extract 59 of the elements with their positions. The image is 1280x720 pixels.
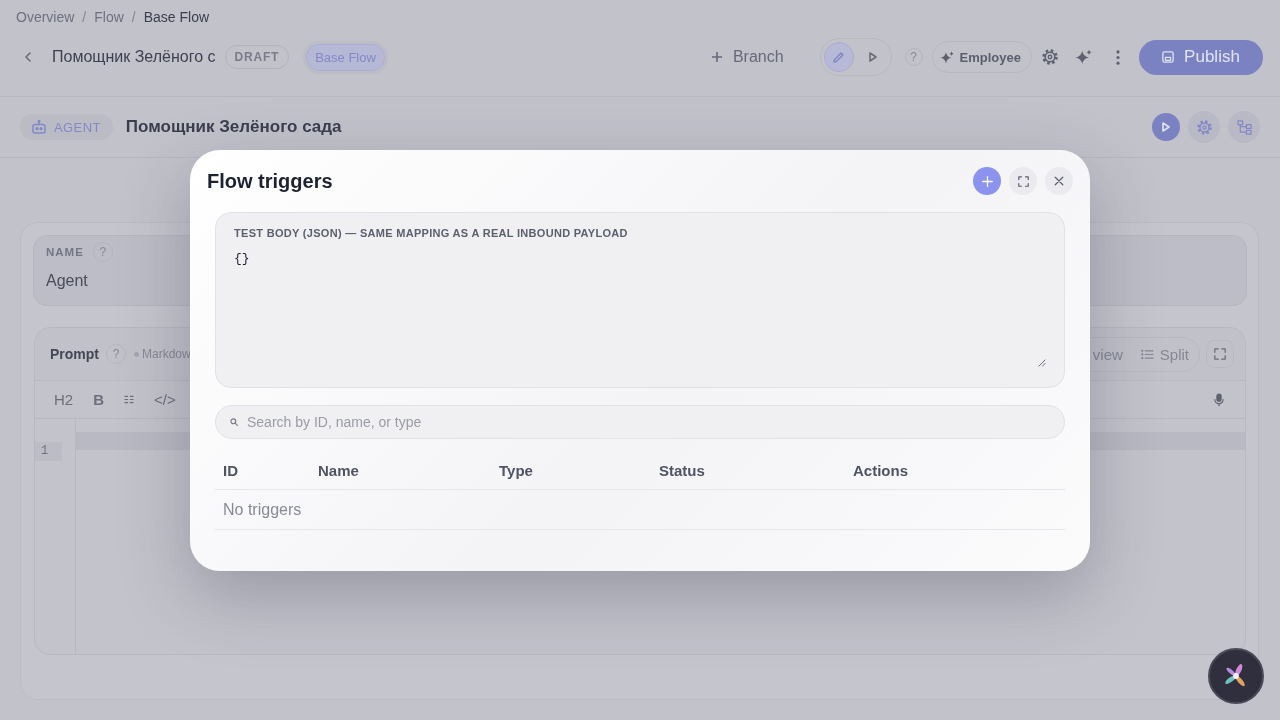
code-button[interactable]: </> [154, 391, 176, 408]
list-icon[interactable] [124, 395, 135, 404]
line-number: 1 [35, 442, 62, 461]
branch-button[interactable]: Branch [711, 48, 784, 66]
breadcrumb-separator: / [131, 9, 136, 25]
flow-title: Помощник Зелёного с [52, 48, 216, 66]
plus-icon [711, 52, 722, 62]
breadcrumb-link[interactable]: Base Flow [143, 9, 210, 25]
column-header: ID [223, 461, 238, 479]
chevron-left-icon[interactable] [25, 52, 31, 62]
sparkle-icon [939, 50, 954, 64]
field-label: NAME [46, 246, 84, 258]
close-button[interactable] [1045, 167, 1073, 195]
play-icon [1162, 122, 1170, 132]
node-type-label: AGENT [54, 119, 101, 135]
empty-state-text: No triggers [223, 500, 302, 519]
column-header: Type [499, 461, 533, 479]
expand-button[interactable] [1009, 167, 1037, 195]
view-tab[interactable]: view [1092, 345, 1123, 363]
settings-icon [1196, 119, 1212, 135]
fullscreen-button[interactable] [1206, 340, 1234, 368]
settings-button[interactable] [1188, 111, 1220, 143]
microphone-icon[interactable] [1214, 392, 1224, 407]
bold-button[interactable]: B [93, 391, 105, 408]
sparkle-icon[interactable] [1075, 49, 1092, 65]
dialog-title: Flow triggers [207, 169, 333, 193]
column-header: Status [659, 461, 705, 479]
fullscreen-icon [1214, 348, 1226, 360]
close-icon [1054, 176, 1064, 186]
plus-icon [981, 175, 993, 187]
play-icon [868, 52, 877, 62]
publish-button[interactable]: Publish [1139, 39, 1263, 75]
run-button[interactable] [1152, 113, 1180, 141]
list-icon [1140, 348, 1154, 360]
robot-icon [32, 120, 46, 134]
dot-icon [134, 351, 139, 357]
breadcrumb-link[interactable]: Overview [16, 9, 75, 25]
save-icon [1162, 51, 1175, 63]
column-header: Actions [853, 461, 908, 479]
heading-button[interactable]: H2 [54, 391, 74, 408]
breadcrumb-separator: / [82, 9, 87, 25]
more-menu-icon[interactable] [1116, 49, 1120, 65]
format-label: Markdow [142, 347, 191, 361]
breadcrumb-link[interactable]: Flow [94, 9, 124, 25]
view-tab[interactable]: Split [1140, 345, 1189, 363]
editor-label: Prompt [50, 346, 99, 362]
resize-grip-icon[interactable] [1038, 359, 1046, 367]
search-icon [230, 418, 238, 426]
hierarchy-icon [1236, 119, 1252, 135]
search-field[interactable]: Search by ID, name, or type [215, 405, 1065, 439]
column-header: Name [318, 461, 359, 479]
field-label: TEST BODY (JSON) — SAME MAPPING AS A REAL INBOUND PAYLOAD [234, 227, 628, 240]
edit-mode-button[interactable] [823, 42, 854, 72]
structure-button[interactable] [1228, 111, 1260, 143]
settings-icon[interactable] [1042, 49, 1058, 65]
add-button[interactable] [973, 167, 1001, 195]
node-title: Помощник Зелёного сада [125, 117, 342, 137]
pencil-icon [833, 51, 845, 63]
fullscreen-icon [1017, 175, 1029, 187]
